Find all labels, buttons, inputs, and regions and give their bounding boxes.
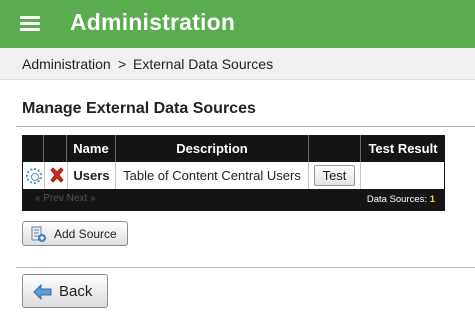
menu-line [20, 22, 40, 25]
breadcrumb-separator: > [118, 56, 127, 72]
top-bar: Administration [0, 0, 475, 48]
page-title: Manage External Data Sources [22, 100, 256, 117]
hamburger-menu-icon[interactable] [20, 16, 40, 32]
grid-header: Name Description Test Result [22, 135, 445, 162]
footer-divider [16, 267, 475, 268]
back-arrow-icon [33, 284, 52, 300]
pager[interactable]: « Prev Next » [35, 193, 96, 204]
settings-cell [23, 162, 45, 189]
menu-line [20, 28, 40, 31]
test-result [361, 162, 444, 189]
column-header-name: Name [67, 135, 116, 162]
add-source-button[interactable]: Add Source [22, 221, 128, 246]
section-divider [16, 126, 475, 127]
breadcrumb-administration-link[interactable]: Administration [22, 56, 111, 72]
app-title: Administration [70, 9, 236, 35]
menu-line [20, 16, 40, 19]
gear-icon[interactable] [26, 168, 42, 184]
back-label: Back [59, 283, 93, 300]
table-row: Users Table of Content Central Users Tes… [23, 162, 444, 189]
delete-x-icon[interactable] [48, 166, 66, 184]
data-sources-count: Data Sources: 1 [367, 194, 435, 205]
column-header-test-result: Test Result [368, 141, 438, 156]
data-sources-grid: Name Description Test Result Users Table… [22, 135, 445, 211]
delete-cell [45, 162, 68, 189]
breadcrumb: Administration > External Data Sources [0, 48, 475, 80]
column-header-test [309, 135, 361, 162]
test-cell: Test [309, 162, 361, 189]
data-sources-count-value: 1 [429, 194, 435, 205]
data-sources-label: Data Sources: [366, 194, 428, 205]
breadcrumb-current-page: External Data Sources [133, 56, 274, 72]
column-header-settings [22, 135, 44, 162]
column-header-delete [44, 135, 67, 162]
test-button[interactable]: Test [314, 165, 355, 186]
column-header-description: Description [116, 135, 309, 162]
add-data-source-icon [31, 226, 46, 242]
back-button[interactable]: Back [22, 274, 108, 308]
add-source-label: Add Source [54, 227, 117, 241]
source-description: Table of Content Central Users [116, 162, 309, 189]
source-name: Users [68, 162, 116, 189]
grid-footer: « Prev Next » Data Sources: 1 [22, 189, 445, 211]
